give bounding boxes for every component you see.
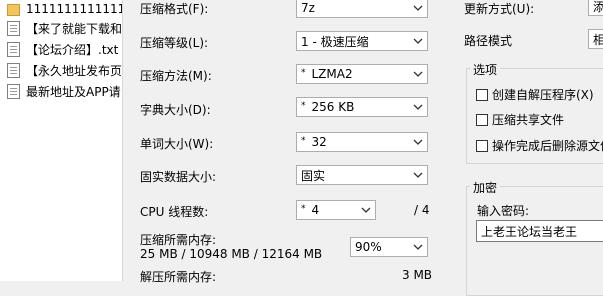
chevron-down-icon bbox=[413, 137, 423, 147]
password-value: 上老王论坛当老王 bbox=[481, 224, 578, 239]
update-mode-label: 更新方式(U): bbox=[464, 2, 535, 16]
delete-after-checkbox-label: 操作完成后删除源文件 bbox=[492, 139, 603, 153]
chevron-down-icon bbox=[413, 36, 423, 46]
solid-block-select[interactable]: 固实 bbox=[296, 165, 428, 185]
decompress-memory-label: 解压所需内存: bbox=[140, 270, 217, 284]
file-list-pane: 11111111111111 【来了就能下载和 【论坛介绍】.txt 【永久地址… bbox=[0, 0, 123, 281]
file-name: 【来了就能下载和 bbox=[26, 21, 122, 36]
format-select[interactable]: 7z bbox=[296, 0, 428, 18]
options-group-title: 选项 bbox=[470, 61, 501, 78]
bullet-icon: * bbox=[301, 204, 306, 214]
text-file-icon bbox=[7, 83, 20, 99]
cpu-threads-label: CPU 线程数: bbox=[140, 205, 209, 219]
level-value: 1 - 极速压缩 bbox=[301, 34, 369, 49]
checkbox-box[interactable] bbox=[476, 113, 488, 126]
text-file-icon bbox=[7, 62, 20, 78]
path-mode-label: 路径模式 bbox=[464, 34, 513, 48]
list-item[interactable]: 【来了就能下载和 bbox=[0, 19, 122, 37]
compress-shared-checkbox[interactable]: 压缩共享文件 bbox=[476, 111, 564, 128]
path-mode-value: 相 bbox=[593, 31, 603, 48]
chevron-down-icon bbox=[413, 69, 423, 79]
bullet-icon: * bbox=[301, 136, 306, 146]
memory-usage-value: 90% bbox=[355, 240, 382, 254]
list-item[interactable]: 【论坛介绍】.txt bbox=[0, 40, 122, 58]
word-size-select[interactable]: * 32 bbox=[296, 132, 428, 152]
word-size-label: 单词大小(W): bbox=[140, 137, 214, 151]
path-mode-select[interactable]: 相 bbox=[588, 29, 603, 49]
file-name: 11111111111111 bbox=[26, 2, 122, 16]
format-label: 压缩格式(F): bbox=[140, 2, 209, 16]
chevron-down-icon bbox=[361, 205, 371, 215]
chevron-down-icon bbox=[413, 170, 423, 180]
text-file-icon bbox=[7, 41, 20, 57]
list-item[interactable]: 【永久地址发布页 bbox=[0, 61, 122, 79]
password-input[interactable]: 上老王论坛当老王 bbox=[476, 220, 603, 242]
decompress-memory-value: 3 MB bbox=[402, 268, 433, 282]
solid-block-label: 固实数据大小: bbox=[140, 170, 217, 184]
update-mode-select[interactable]: 添 bbox=[588, 0, 603, 16]
checkbox-box[interactable] bbox=[476, 139, 488, 152]
chevron-down-icon bbox=[413, 102, 423, 112]
update-mode-value: 添 bbox=[593, 0, 603, 15]
compress-memory-value: 25 MB / 10948 MB / 12164 MB bbox=[140, 247, 323, 261]
file-name: 最新地址及APP请 bbox=[26, 84, 121, 99]
memory-usage-select[interactable]: 90% bbox=[350, 237, 428, 257]
level-label: 压缩等级(L): bbox=[140, 36, 209, 50]
level-select[interactable]: 1 - 极速压缩 bbox=[296, 31, 428, 51]
sfx-checkbox[interactable]: 创建自解压程序(X) bbox=[476, 86, 594, 103]
bullet-icon: * bbox=[301, 68, 306, 78]
compress-shared-checkbox-label: 压缩共享文件 bbox=[492, 113, 565, 127]
method-value: LZMA2 bbox=[311, 67, 353, 81]
method-select[interactable]: * LZMA2 bbox=[296, 64, 428, 84]
sfx-checkbox-label: 创建自解压程序(X) bbox=[492, 88, 594, 102]
dictionary-size-label: 字典大小(D): bbox=[140, 103, 211, 117]
folder-icon bbox=[7, 4, 20, 16]
file-name: 【论坛介绍】.txt bbox=[26, 42, 119, 57]
cpu-threads-value: 4 bbox=[311, 203, 320, 217]
cpu-threads-total: / 4 bbox=[414, 203, 430, 217]
list-item[interactable]: 最新地址及APP请 bbox=[0, 82, 122, 100]
delete-after-checkbox[interactable]: 操作完成后删除源文件 bbox=[476, 137, 603, 154]
text-file-icon bbox=[7, 20, 20, 36]
cpu-threads-select[interactable]: * 4 bbox=[296, 200, 376, 220]
encryption-group-title: 加密 bbox=[470, 179, 501, 196]
chevron-down-icon bbox=[413, 3, 423, 13]
format-value: 7z bbox=[301, 1, 315, 15]
chevron-down-icon bbox=[413, 242, 423, 252]
method-label: 压缩方法(M): bbox=[140, 69, 212, 83]
compress-memory-label: 压缩所需内存: bbox=[140, 233, 217, 247]
list-item[interactable]: 11111111111111 bbox=[0, 0, 122, 18]
file-name: 【永久地址发布页 bbox=[26, 63, 122, 78]
dictionary-size-select[interactable]: * 256 KB bbox=[296, 97, 428, 117]
password-label: 输入密码: bbox=[477, 204, 530, 218]
checkbox-box[interactable] bbox=[476, 88, 488, 101]
word-size-value: 32 bbox=[311, 135, 327, 149]
bullet-icon: * bbox=[301, 101, 306, 111]
solid-block-value: 固实 bbox=[301, 168, 326, 183]
dictionary-size-value: 256 KB bbox=[311, 100, 355, 114]
